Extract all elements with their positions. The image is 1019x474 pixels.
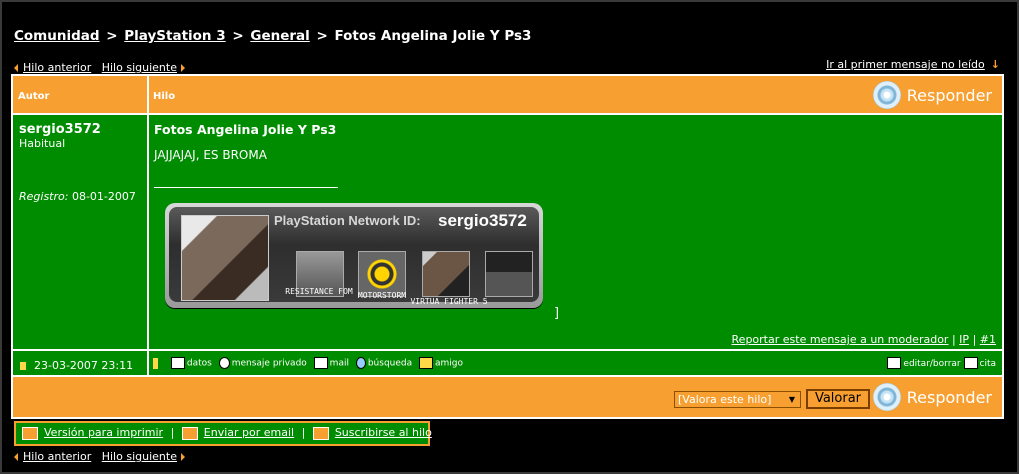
thread-header: Hilo (153, 91, 176, 102)
search-button[interactable]: búsqueda (355, 357, 413, 369)
breadcrumb-link-playstation3[interactable]: PlayStation 3 (124, 28, 225, 44)
post-date: 23-03-2007 23:11 (34, 359, 134, 372)
breadcrumb-separator: > (316, 28, 328, 44)
friend-button[interactable]: amigo (419, 357, 463, 369)
email-link[interactable]: Enviar por email (204, 426, 294, 439)
next-thread-link[interactable]: Hilo siguiente (102, 450, 177, 463)
breadcrumb-current: Fotos Angelina Jolie Y Ps3 (334, 28, 532, 44)
author-header: Autor (18, 91, 50, 102)
post-number-link[interactable]: #1 (980, 333, 996, 346)
mail-button[interactable]: mail (313, 357, 349, 369)
search-icon (355, 357, 366, 369)
next-arrow-icon (180, 64, 185, 72)
prev-arrow-icon (14, 64, 18, 72)
ip-link[interactable]: IP (959, 333, 969, 346)
thread-tools-bar: Versión para imprimir | Enviar por email… (14, 421, 432, 446)
breadcrumb-link-general[interactable]: General (250, 28, 309, 44)
disc-icon (872, 383, 901, 411)
registration-date: 08-01-2007 (71, 190, 136, 203)
breadcrumb: Comunidad > PlayStation 3 > General > Fo… (14, 28, 531, 44)
subscribe-icon (312, 426, 329, 440)
author-rank: Habitual (19, 137, 66, 150)
divider: | (951, 333, 956, 346)
game-name: RESISTANCE FOM (285, 287, 353, 296)
game-thumb-virtua-fighter (422, 251, 470, 297)
game-name: VIRTUA FIGHTER 5 (410, 297, 488, 306)
report-row: Reportar este mensaje a un moderador | I… (732, 333, 996, 346)
post-cell: Fotos Angelina Jolie Y Ps3 JAJJAJAJ, ES … (149, 115, 1002, 349)
quote-icon (963, 357, 978, 369)
psn-avatar (181, 215, 269, 301)
quote-label: cita (979, 358, 997, 369)
registration-label: Registro: (19, 190, 69, 203)
author-header-cell: Autor (13, 76, 147, 113)
tools-cell: datos mensaje privado mail búsqueda amig… (149, 351, 1002, 375)
private-message-button[interactable]: mensaje privado (218, 357, 307, 369)
psn-label: PlayStation Network ID: (274, 213, 421, 228)
search-label: búsqueda (367, 358, 413, 369)
subscribe-link[interactable]: Suscribirse al hilo (335, 426, 432, 439)
edit-label: editar/borrar (903, 358, 961, 369)
post-icon (20, 362, 26, 370)
breadcrumb-separator: > (232, 28, 244, 44)
edit-button[interactable]: editar/borrar (887, 357, 961, 369)
quote-button[interactable]: cita (963, 357, 997, 369)
first-unread-nav: Ir al primer mensaje no leído ↓ (826, 58, 1000, 71)
friend-label: amigo (435, 358, 464, 369)
mail-icon (313, 357, 328, 369)
disc-icon (872, 81, 901, 109)
game-thumb-empty (485, 251, 533, 297)
first-unread-link[interactable]: Ir al primer mensaje no leído (826, 58, 985, 71)
prev-thread-link[interactable]: Hilo anterior (23, 61, 91, 74)
next-thread-link[interactable]: Hilo siguiente (102, 61, 177, 74)
report-link[interactable]: Reportar este mensaje a un moderador (732, 333, 949, 346)
message-icon (218, 357, 230, 369)
breadcrumb-separator: > (106, 28, 118, 44)
prev-arrow-icon (14, 453, 18, 461)
datos-label: datos (186, 358, 212, 369)
signature-divider (154, 187, 338, 188)
mail-label: mail (329, 358, 349, 369)
user-icon (153, 357, 158, 369)
rate-select-value: [Valora este hilo] (678, 393, 772, 406)
thread-nav-bottom: Hilo anterior Hilo siguiente (14, 450, 185, 463)
psn-id: sergio3572 (438, 211, 527, 230)
thread-header-cell: Hilo Responder (149, 76, 1002, 113)
author-cell: sergio3572 Habitual Registro: 08-01-2007 (13, 115, 147, 349)
down-arrow-icon: ↓ (990, 58, 1000, 71)
datos-icon (170, 357, 185, 369)
thread-table: Autor Hilo Responder sergio3572 Habitual… (11, 74, 1004, 419)
print-link[interactable]: Versión para imprimir (44, 426, 163, 439)
date-cell: 23-03-2007 23:11 (13, 351, 147, 375)
email-icon (181, 426, 198, 440)
friend-icon (419, 357, 434, 369)
post-title: Fotos Angelina Jolie Y Ps3 (154, 122, 337, 137)
footer-row: [Valora este hilo] ▼ Valorar Responder (13, 377, 1002, 417)
post-body: JAJJAJAJ, ES BROMA (154, 148, 267, 162)
printer-icon (22, 426, 38, 440)
reply-label: Responder (906, 387, 992, 407)
chevron-down-icon: ▼ (786, 393, 798, 406)
reply-button-top[interactable]: Responder (872, 81, 992, 109)
private-message-label: mensaje privado (231, 358, 307, 369)
prev-thread-link[interactable]: Hilo anterior (23, 450, 91, 463)
registration-info: Registro: 08-01-2007 (19, 190, 136, 203)
rate-select[interactable]: [Valora este hilo] ▼ (674, 391, 801, 408)
reply-button-bottom[interactable]: Responder (872, 383, 992, 411)
divider: | (301, 426, 306, 439)
divider: | (170, 426, 175, 439)
reply-label: Responder (906, 85, 992, 105)
rate-button[interactable]: Valorar (806, 389, 870, 409)
edit-icon (887, 357, 902, 369)
datos-button[interactable]: datos (170, 357, 212, 369)
post-trailing-text: ] (554, 306, 560, 321)
psn-card: PlayStation Network ID: sergio3572 RESIS… (165, 203, 543, 308)
next-arrow-icon (180, 453, 185, 461)
author-name[interactable]: sergio3572 (19, 122, 101, 137)
divider: | (972, 333, 977, 346)
thread-nav-top: Hilo anterior Hilo siguiente (14, 61, 185, 74)
breadcrumb-link-comunidad[interactable]: Comunidad (14, 28, 100, 44)
